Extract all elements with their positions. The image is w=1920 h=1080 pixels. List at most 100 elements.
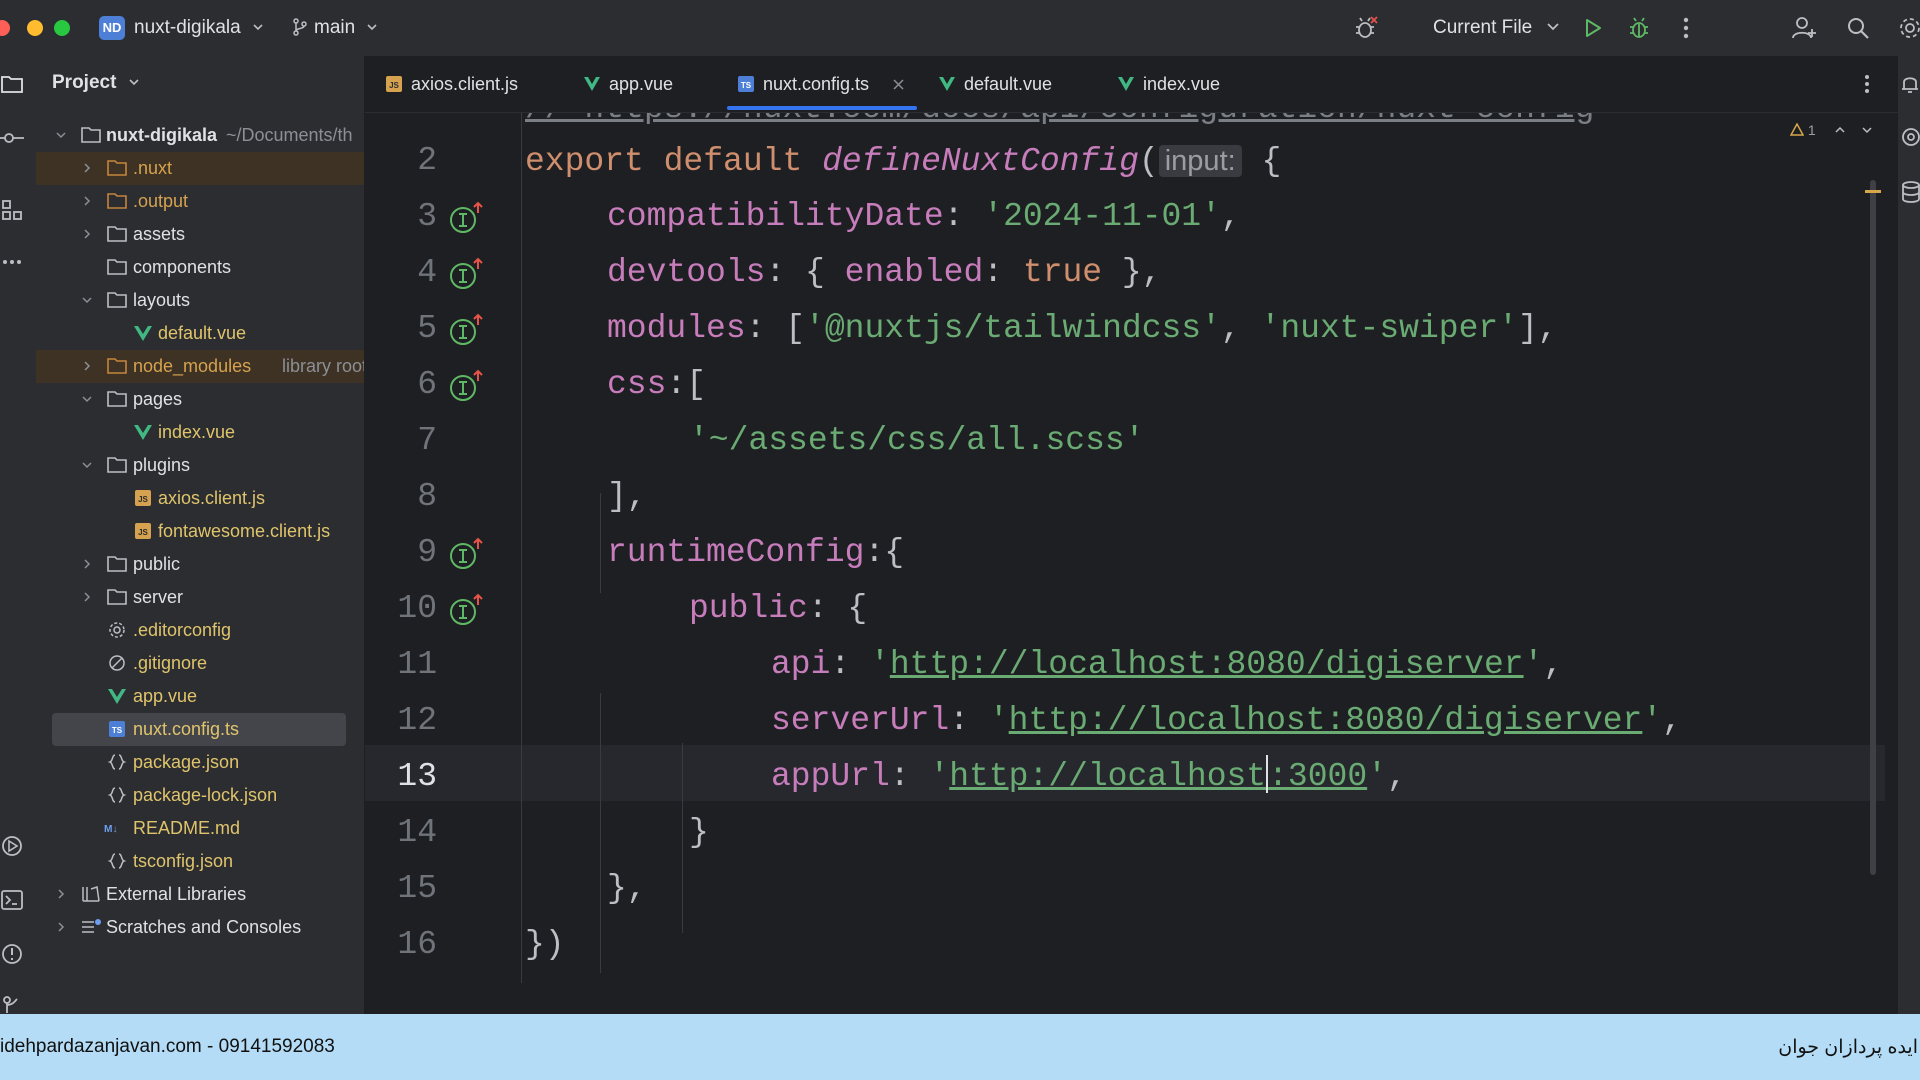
chevron-right-icon [84, 361, 91, 371]
tree-item-plugins[interactable]: plugins [36, 449, 364, 482]
tree-item-label: package-lock.json [133, 785, 278, 805]
line-number: 14 [397, 814, 437, 851]
tab-label: app.vue [609, 74, 674, 94]
tree-item-axios-client-js[interactable]: JS axios.client.js [36, 482, 364, 515]
database-icon[interactable] [1900, 180, 1920, 204]
tree-item-fontawesome-client-js[interactable]: JS fontawesome.client.js [36, 515, 364, 548]
ai-assistant-icon[interactable] [1900, 126, 1920, 148]
url-link: http://localhost:8080/digiserver [889, 646, 1524, 683]
svg-text:TS: TS [741, 81, 752, 90]
line-number: 11 [397, 646, 437, 683]
run-config-label: Current File [1433, 17, 1533, 38]
line-number: 15 [397, 870, 437, 907]
line-number: 5 [417, 310, 437, 347]
window-maximize-button[interactable] [54, 20, 70, 36]
folder-icon [107, 457, 127, 473]
branch-switcher[interactable]: main [292, 16, 378, 40]
debug-icon[interactable] [1625, 14, 1653, 42]
folder-icon [81, 127, 101, 143]
tree-item-default-vue[interactable]: default.vue [36, 317, 364, 350]
commit-icon[interactable] [0, 124, 26, 152]
project-badge[interactable]: ND [99, 16, 125, 40]
tree-item-layouts[interactable]: layouts [36, 284, 364, 317]
tree-item-nuxt[interactable]: .nuxt [36, 152, 364, 185]
tree-item-app-vue[interactable]: app.vue [36, 680, 364, 713]
implements-gutter-icon[interactable] [450, 537, 484, 571]
tab-label: nuxt.config.ts [763, 74, 870, 94]
tree-item-hint: library root [282, 356, 365, 376]
tree-item-components[interactable]: components [36, 251, 364, 284]
run-tool-icon[interactable] [0, 832, 26, 860]
warning-icon [1789, 122, 1805, 136]
search-icon[interactable] [1844, 14, 1872, 42]
tree-item-index-vue[interactable]: index.vue [36, 416, 364, 449]
window-close-button[interactable] [0, 20, 10, 36]
chevron-down-icon [82, 297, 92, 304]
title-bar: ND nuxt-digikala main Current File [0, 0, 1920, 57]
tree-item-label: default.vue [158, 323, 247, 343]
line-number: 4 [417, 254, 437, 291]
code-text: api: 'http://localhost:8080/digiserver', [771, 646, 1564, 683]
tree-item-gitignore[interactable]: .gitignore [36, 647, 364, 680]
tree-item-pages[interactable]: pages [36, 383, 364, 416]
run-config-selector[interactable]: Current File [1433, 16, 1560, 40]
tree-item-assets[interactable]: assets [36, 218, 364, 251]
implements-gutter-icon[interactable] [450, 369, 484, 403]
tree-item-editorconfig[interactable]: .editorconfig [36, 614, 364, 647]
more-tools-icon[interactable] [0, 248, 26, 276]
chevron-right-icon [58, 889, 65, 899]
code-editor[interactable]: // https://nuxt.com/docs/api/configurati… [365, 113, 1898, 1014]
code-text: css:[ [607, 366, 707, 403]
tab-options-icon[interactable] [1855, 72, 1879, 96]
project-view-selector[interactable]: Project [52, 72, 140, 94]
notifications-icon[interactable] [1900, 72, 1920, 96]
inspection-widget[interactable]: 1 [1789, 122, 1873, 138]
tree-item-label: server [133, 587, 184, 607]
folder-icon [107, 589, 127, 605]
tree-item-nuxt-config-ts[interactable]: TS nuxt.config.ts [52, 713, 346, 746]
tree-item-external-libraries[interactable]: External Libraries [36, 878, 364, 911]
window-minimize-button[interactable] [27, 20, 43, 36]
implements-gutter-icon[interactable] [450, 313, 484, 347]
warning-stripe-marker[interactable] [1865, 190, 1881, 193]
tree-item-server[interactable]: server [36, 581, 364, 614]
line-number: 6 [417, 366, 437, 403]
warning-count: 1 [1807, 122, 1816, 138]
structure-icon[interactable] [0, 196, 26, 224]
problems-icon[interactable] [0, 940, 26, 968]
tree-item-public[interactable]: public [36, 548, 364, 581]
add-user-icon[interactable] [1790, 14, 1818, 42]
tree-item-label: assets [133, 224, 186, 244]
chevron-down-icon[interactable] [1861, 125, 1873, 135]
editor-scrollbar[interactable] [1870, 180, 1876, 875]
right-tool-strip [1898, 56, 1920, 1014]
folder-icon [107, 226, 127, 242]
tab-nuxt-config-ts[interactable]: TS nuxt.config.ts [727, 56, 917, 112]
run-icon[interactable] [1579, 14, 1607, 42]
tree-root-nuxt-digikala[interactable]: nuxt-digikala ~/Documents/th [36, 119, 364, 152]
tree-item-package-lock-json[interactable]: package-lock.json [36, 779, 364, 812]
implements-gutter-icon[interactable] [450, 201, 484, 235]
tree-root-path: ~/Documents/th [226, 125, 353, 145]
tree-item-readme-md[interactable]: M↓ README.md [36, 812, 364, 845]
project-switcher[interactable]: nuxt-digikala [134, 16, 264, 40]
debug-disabled-icon[interactable] [1352, 14, 1380, 42]
implements-gutter-icon[interactable] [450, 593, 484, 627]
close-icon[interactable] [893, 79, 904, 90]
chevron-up-icon[interactable] [1834, 125, 1846, 135]
folder-icon[interactable] [0, 70, 26, 98]
implements-gutter-icon[interactable] [450, 257, 484, 291]
branch-name: main [314, 17, 356, 38]
tree-item-tsconfig-json[interactable]: tsconfig.json [36, 845, 364, 878]
tree-item-label: components [133, 257, 232, 277]
json-file-icon [107, 853, 127, 869]
tree-item-scratches[interactable]: Scratches and Consoles [36, 911, 364, 944]
gear-icon[interactable] [1896, 14, 1920, 42]
tree-item-output[interactable]: .output [36, 185, 364, 218]
tree-item-node-modules[interactable]: node_modules library root [36, 350, 364, 383]
code-line-7: 7 '~/assets/css/all.scss' [365, 413, 1885, 469]
tree-item-package-json[interactable]: package.json [36, 746, 364, 779]
project-view-title: Project [52, 72, 117, 93]
more-actions-icon[interactable] [1672, 14, 1700, 42]
terminal-icon[interactable] [0, 886, 26, 914]
